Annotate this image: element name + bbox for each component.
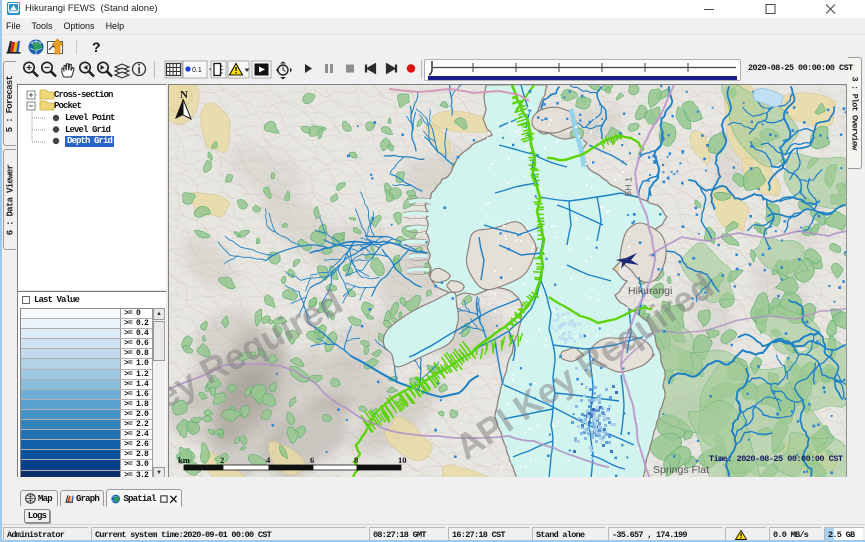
svg-text:6: 6 [310, 455, 314, 465]
svg-text:Time: 2020-08-25 00:00:00 CST: Time: 2020-08-25 00:00:00 CST [709, 454, 843, 464]
svg-text:10: 10 [398, 455, 407, 465]
svg-text:km: km [178, 455, 190, 465]
svg-text:8: 8 [354, 455, 358, 465]
svg-text:0.1: 0.1 [192, 67, 202, 74]
svg-text:?: ? [92, 39, 101, 55]
svg-text:N: N [180, 89, 188, 101]
svg-text:2: 2 [220, 455, 224, 465]
svg-text:Springs Flat: Springs Flat [653, 464, 709, 476]
svg-text:SH 1: SH 1 [623, 177, 634, 197]
